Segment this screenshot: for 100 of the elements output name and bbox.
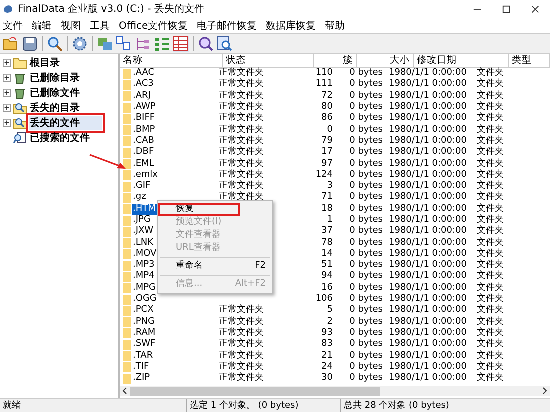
menu-item[interactable]: 电子邮件恢复	[197, 18, 258, 32]
file-name[interactable]: .BIFF	[132, 113, 156, 124]
tree-item[interactable]: 已删除文件	[29, 86, 81, 100]
maximize-icon[interactable]	[502, 4, 511, 14]
file-name[interactable]: .PNG	[132, 316, 156, 328]
menu-item[interactable]: Office文件恢复	[119, 18, 188, 32]
save-icon[interactable]	[22, 36, 38, 52]
search-icon[interactable]	[47, 36, 63, 52]
list-tree-icon[interactable]	[154, 36, 170, 52]
file-name[interactable]: .emlx	[132, 170, 159, 181]
settings-icon[interactable]	[72, 36, 88, 52]
table-cell-text: 1980/1/1 0:00:00	[388, 124, 468, 136]
recycle-bin-icon	[13, 86, 27, 98]
file-name[interactable]: .OGG	[132, 294, 158, 306]
file-name[interactable]: .MOV	[132, 248, 158, 260]
table-cell-text: 0 bytes	[348, 158, 384, 170]
table-cell-text: 93	[320, 328, 334, 339]
file-name[interactable]: .JXW	[132, 226, 155, 238]
column-header[interactable]: 大小	[357, 54, 414, 67]
menu-item[interactable]: 视图	[61, 18, 81, 32]
horizontal-scrollbar[interactable]	[120, 386, 550, 396]
documents-icon[interactable]	[116, 36, 132, 52]
tree-item[interactable]: 已搜索的文件	[29, 130, 91, 144]
menu-item[interactable]: 文件	[3, 18, 23, 32]
shortcut-label: F2	[255, 260, 266, 273]
table-cell-text: 1	[326, 215, 334, 226]
file-name[interactable]: .HTM	[132, 204, 157, 215]
table-cell-text: 0 bytes	[348, 204, 384, 215]
file-name[interactable]: .gz	[132, 192, 148, 204]
file-name[interactable]: .ARJ	[132, 90, 152, 102]
column-header[interactable]: 名称	[120, 54, 223, 67]
table-cell-text: 1980/1/1 0:00:00	[388, 79, 468, 90]
menu-item[interactable]: 帮助	[325, 18, 346, 32]
expand-icon[interactable]	[3, 118, 11, 126]
table-cell-text: 106	[314, 294, 334, 306]
file-name[interactable]: .RAM	[132, 328, 157, 339]
file-name[interactable]: .BMP	[132, 124, 156, 136]
column-header[interactable]: 簇	[314, 54, 357, 67]
table-cell-text: 30	[320, 373, 334, 384]
menu-item[interactable]: 编辑	[32, 18, 52, 32]
table-cell-text: 72	[320, 90, 334, 102]
expand-icon[interactable]	[3, 104, 11, 112]
search-document-icon[interactable]	[217, 36, 233, 52]
image-file-icon[interactable]	[97, 36, 113, 52]
file-name[interactable]: .JPG	[132, 215, 152, 226]
table-cell-text: 1980/1/1 0:00:00	[388, 238, 468, 249]
status-text: 总共 28 个对象 (0 bytes)	[343, 400, 450, 412]
tree-item[interactable]: 丢失的目录	[29, 100, 81, 114]
column-header[interactable]: 类型	[509, 54, 550, 67]
menu-item[interactable]: 数据库恢复	[266, 18, 316, 32]
file-name[interactable]: .SWF	[132, 339, 157, 350]
table-cell-text: 0 bytes	[348, 260, 384, 271]
scroll-left-icon[interactable]	[120, 387, 130, 395]
context-menu-item[interactable]: 重命名 F2	[158, 260, 272, 273]
table-cell-text: 0 bytes	[348, 328, 384, 339]
tree-item[interactable]: 根目录	[29, 56, 61, 70]
file-name[interactable]: .PCX	[132, 305, 155, 316]
table-cell-text: 80	[320, 102, 334, 113]
zoom-icon[interactable]	[198, 36, 214, 52]
file-name[interactable]: .LNK	[132, 238, 155, 249]
recycle-bin-icon	[13, 72, 27, 84]
tree-diagram-icon[interactable]	[135, 36, 151, 52]
file-name[interactable]: .DBF	[132, 147, 156, 158]
column-header[interactable]: 修改日期	[414, 54, 509, 67]
file-name[interactable]: .CAB	[132, 136, 156, 147]
table-cell-text: 1980/1/1 0:00:00	[388, 305, 468, 316]
file-name[interactable]: .EML	[132, 158, 156, 170]
table-cell-text: 正常文件夹	[218, 362, 265, 372]
column-header[interactable]: 状态	[223, 54, 314, 67]
file-name[interactable]: .TAR	[132, 350, 154, 362]
table-cell-text: 文件夹	[476, 238, 505, 248]
tree-item[interactable]: 已删除目录	[29, 70, 81, 84]
table-cell-text: 111	[314, 79, 334, 90]
table-cell-text: 正常文件夹	[218, 147, 265, 158]
scroll-thumb[interactable]	[130, 386, 380, 396]
file-name[interactable]: .MPG	[132, 282, 158, 294]
close-icon[interactable]	[531, 4, 540, 14]
table-cell-text: 0 bytes	[348, 350, 384, 362]
table-cell-text: 文件夹	[476, 373, 505, 384]
scroll-right-icon[interactable]	[540, 387, 550, 395]
file-name[interactable]: .TIF	[132, 362, 150, 373]
table-cell-text: 79	[320, 136, 334, 147]
file-name[interactable]: .MP3	[132, 260, 156, 272]
expand-icon[interactable]	[3, 88, 11, 96]
window-title: FinalData 企业版 v3.0 (C:) - 丢失的文件	[18, 2, 204, 16]
file-name[interactable]: .GIF	[132, 181, 152, 192]
tree-item[interactable]: 丢失的文件	[29, 116, 102, 130]
file-name[interactable]: .ZIP	[132, 373, 152, 384]
file-name[interactable]: .MP4	[132, 271, 156, 282]
file-name[interactable]: .AAC	[132, 68, 156, 80]
file-name[interactable]: .AC3	[132, 79, 155, 90]
details-view-icon[interactable]	[173, 36, 189, 52]
table-cell-text: 0 bytes	[348, 90, 384, 102]
expand-icon[interactable]	[3, 74, 11, 82]
annotation-arrow	[88, 152, 128, 172]
table-cell-text: 文件夹	[476, 248, 505, 260]
expand-icon[interactable]	[3, 58, 11, 66]
menu-item[interactable]: 工具	[90, 18, 110, 32]
file-name[interactable]: .AWP	[132, 102, 157, 114]
table-cell-text: 0 bytes	[348, 305, 384, 316]
